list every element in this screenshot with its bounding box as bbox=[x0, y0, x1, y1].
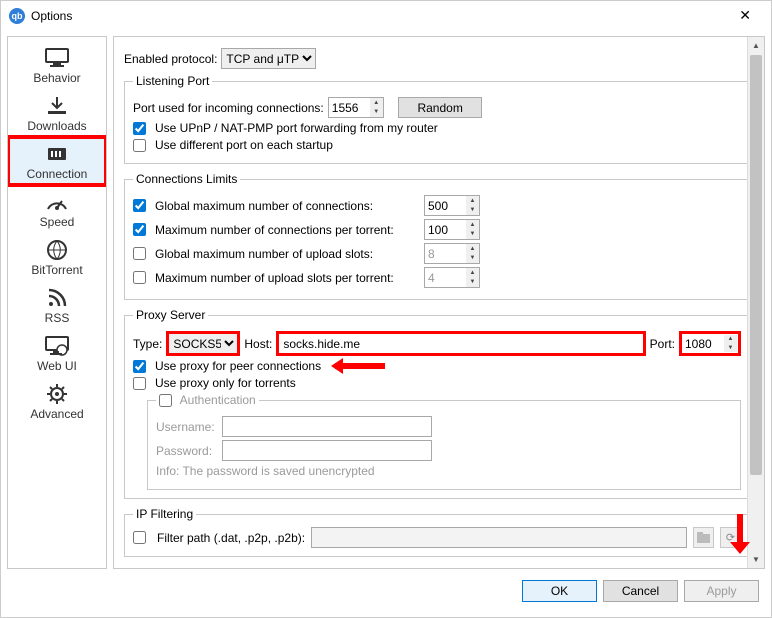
different-port-checkbox[interactable] bbox=[133, 139, 146, 152]
sidebar-item-speed[interactable]: Speed bbox=[8, 185, 106, 233]
proxy-host-input[interactable] bbox=[279, 334, 642, 353]
sidebar-item-connection[interactable]: Connection bbox=[8, 137, 106, 185]
highlight-proxy-port: ▲▼ bbox=[679, 331, 741, 356]
proxy-torrents-only-label: Use proxy only for torrents bbox=[155, 376, 296, 390]
dialog-body: Behavior Downloads Connection Speed BitT… bbox=[1, 30, 771, 575]
sidebar-item-label: Web UI bbox=[37, 359, 77, 373]
connections-limits-legend: Connections Limits bbox=[133, 172, 240, 186]
monitor-globe-icon bbox=[43, 335, 71, 357]
annotation-arrow-down-icon bbox=[730, 514, 750, 564]
authentication-group: Authentication Username: Password: Info:… bbox=[147, 393, 741, 490]
global-max-upload-checkbox[interactable] bbox=[133, 247, 146, 260]
sidebar-item-label: Downloads bbox=[27, 119, 86, 133]
proxy-server-legend: Proxy Server bbox=[133, 308, 208, 322]
authentication-checkbox[interactable] bbox=[159, 394, 172, 407]
highlight-proxy-type: SOCKS5 bbox=[166, 331, 240, 356]
ok-button[interactable]: OK bbox=[522, 580, 597, 602]
scroll-up-icon[interactable]: ▲ bbox=[748, 37, 764, 54]
filter-path-checkbox[interactable] bbox=[133, 531, 146, 544]
highlight-proxy-host bbox=[276, 331, 645, 356]
title-bar: qb Options ✕ bbox=[1, 1, 771, 30]
scrollbar-thumb[interactable] bbox=[750, 55, 762, 475]
proxy-type-select[interactable]: SOCKS5 bbox=[169, 334, 237, 353]
listening-port-group: Listening Port Port used for incoming co… bbox=[124, 74, 750, 164]
username-label: Username: bbox=[156, 420, 218, 434]
sidebar-item-label: Speed bbox=[40, 215, 75, 229]
proxy-server-group: Proxy Server Type: SOCKS5 Host: Port: ▲▼… bbox=[124, 308, 750, 499]
close-icon[interactable]: ✕ bbox=[727, 1, 763, 30]
global-max-conn-checkbox[interactable] bbox=[133, 199, 146, 212]
sidebar-item-label: Behavior bbox=[33, 71, 80, 85]
max-upload-torrent-label: Maximum number of upload slots per torre… bbox=[155, 271, 420, 285]
window-title: Options bbox=[31, 9, 72, 23]
sidebar-item-label: Advanced bbox=[30, 407, 83, 421]
upnp-label: Use UPnP / NAT-PMP port forwarding from … bbox=[155, 121, 438, 135]
max-conn-torrent-label: Maximum number of connections per torren… bbox=[155, 223, 420, 237]
browse-file-button[interactable] bbox=[693, 527, 714, 548]
annotation-arrow-left-icon bbox=[335, 363, 385, 369]
use-proxy-peer-checkbox[interactable] bbox=[133, 360, 146, 373]
upnp-checkbox[interactable] bbox=[133, 122, 146, 135]
password-warning: Info: The password is saved unencrypted bbox=[156, 464, 732, 478]
listening-port-legend: Listening Port bbox=[133, 74, 212, 88]
proxy-port-label: Port: bbox=[650, 337, 675, 351]
global-max-upload-label: Global maximum number of upload slots: bbox=[155, 247, 420, 261]
use-proxy-peer-label: Use proxy for peer connections bbox=[155, 359, 321, 373]
authentication-label: Authentication bbox=[180, 393, 256, 407]
filter-path-input bbox=[311, 527, 687, 548]
gauge-icon bbox=[43, 191, 71, 213]
enabled-protocol-label: Enabled protocol: bbox=[124, 52, 217, 66]
sidebar-item-rss[interactable]: RSS bbox=[8, 281, 106, 329]
sidebar-item-behavior[interactable]: Behavior bbox=[8, 41, 106, 89]
ip-filtering-legend: IP Filtering bbox=[133, 507, 196, 521]
proxy-torrents-only-checkbox[interactable] bbox=[133, 377, 146, 390]
settings-panel: Enabled protocol: TCP and μTP Listening … bbox=[113, 36, 765, 569]
globe-icon bbox=[43, 239, 71, 261]
scroll-down-icon[interactable]: ▼ bbox=[748, 551, 764, 568]
sidebar-item-advanced[interactable]: Advanced bbox=[8, 377, 106, 425]
filter-path-label: Filter path (.dat, .p2p, .p2b): bbox=[157, 531, 305, 545]
proxy-type-label: Type: bbox=[133, 337, 162, 351]
apply-button[interactable]: Apply bbox=[684, 580, 759, 602]
sidebar-item-bittorrent[interactable]: BitTorrent bbox=[8, 233, 106, 281]
enabled-protocol-select[interactable]: TCP and μTP bbox=[221, 48, 316, 69]
different-port-label: Use different port on each startup bbox=[155, 138, 333, 152]
random-port-button[interactable]: Random bbox=[398, 97, 481, 118]
password-label: Password: bbox=[156, 444, 218, 458]
vertical-scrollbar[interactable]: ▲ ▼ bbox=[747, 37, 764, 568]
dialog-footer: OK Cancel Apply bbox=[1, 575, 771, 607]
max-upload-torrent-checkbox[interactable] bbox=[133, 271, 146, 284]
cancel-button[interactable]: Cancel bbox=[603, 580, 678, 602]
sidebar-item-webui[interactable]: Web UI bbox=[8, 329, 106, 377]
download-icon bbox=[43, 95, 71, 117]
category-sidebar: Behavior Downloads Connection Speed BitT… bbox=[7, 36, 107, 569]
proxy-host-label: Host: bbox=[244, 337, 272, 351]
ip-filtering-group: IP Filtering Filter path (.dat, .p2p, .p… bbox=[124, 507, 750, 557]
port-spinner[interactable]: ▲▼ bbox=[370, 98, 383, 117]
sidebar-item-downloads[interactable]: Downloads bbox=[8, 89, 106, 137]
max-conn-torrent-checkbox[interactable] bbox=[133, 223, 146, 236]
sidebar-item-label: RSS bbox=[45, 311, 70, 325]
username-input bbox=[222, 416, 432, 437]
gear-icon bbox=[43, 383, 71, 405]
global-max-conn-label: Global maximum number of connections: bbox=[155, 199, 420, 213]
password-input bbox=[222, 440, 432, 461]
network-icon bbox=[43, 143, 71, 165]
monitor-icon bbox=[43, 47, 71, 69]
rss-icon bbox=[43, 287, 71, 309]
port-label: Port used for incoming connections: bbox=[133, 101, 324, 115]
sidebar-item-label: Connection bbox=[27, 167, 88, 181]
app-icon: qb bbox=[9, 8, 25, 24]
sidebar-item-label: BitTorrent bbox=[31, 263, 82, 277]
connections-limits-group: Connections Limits Global maximum number… bbox=[124, 172, 750, 300]
